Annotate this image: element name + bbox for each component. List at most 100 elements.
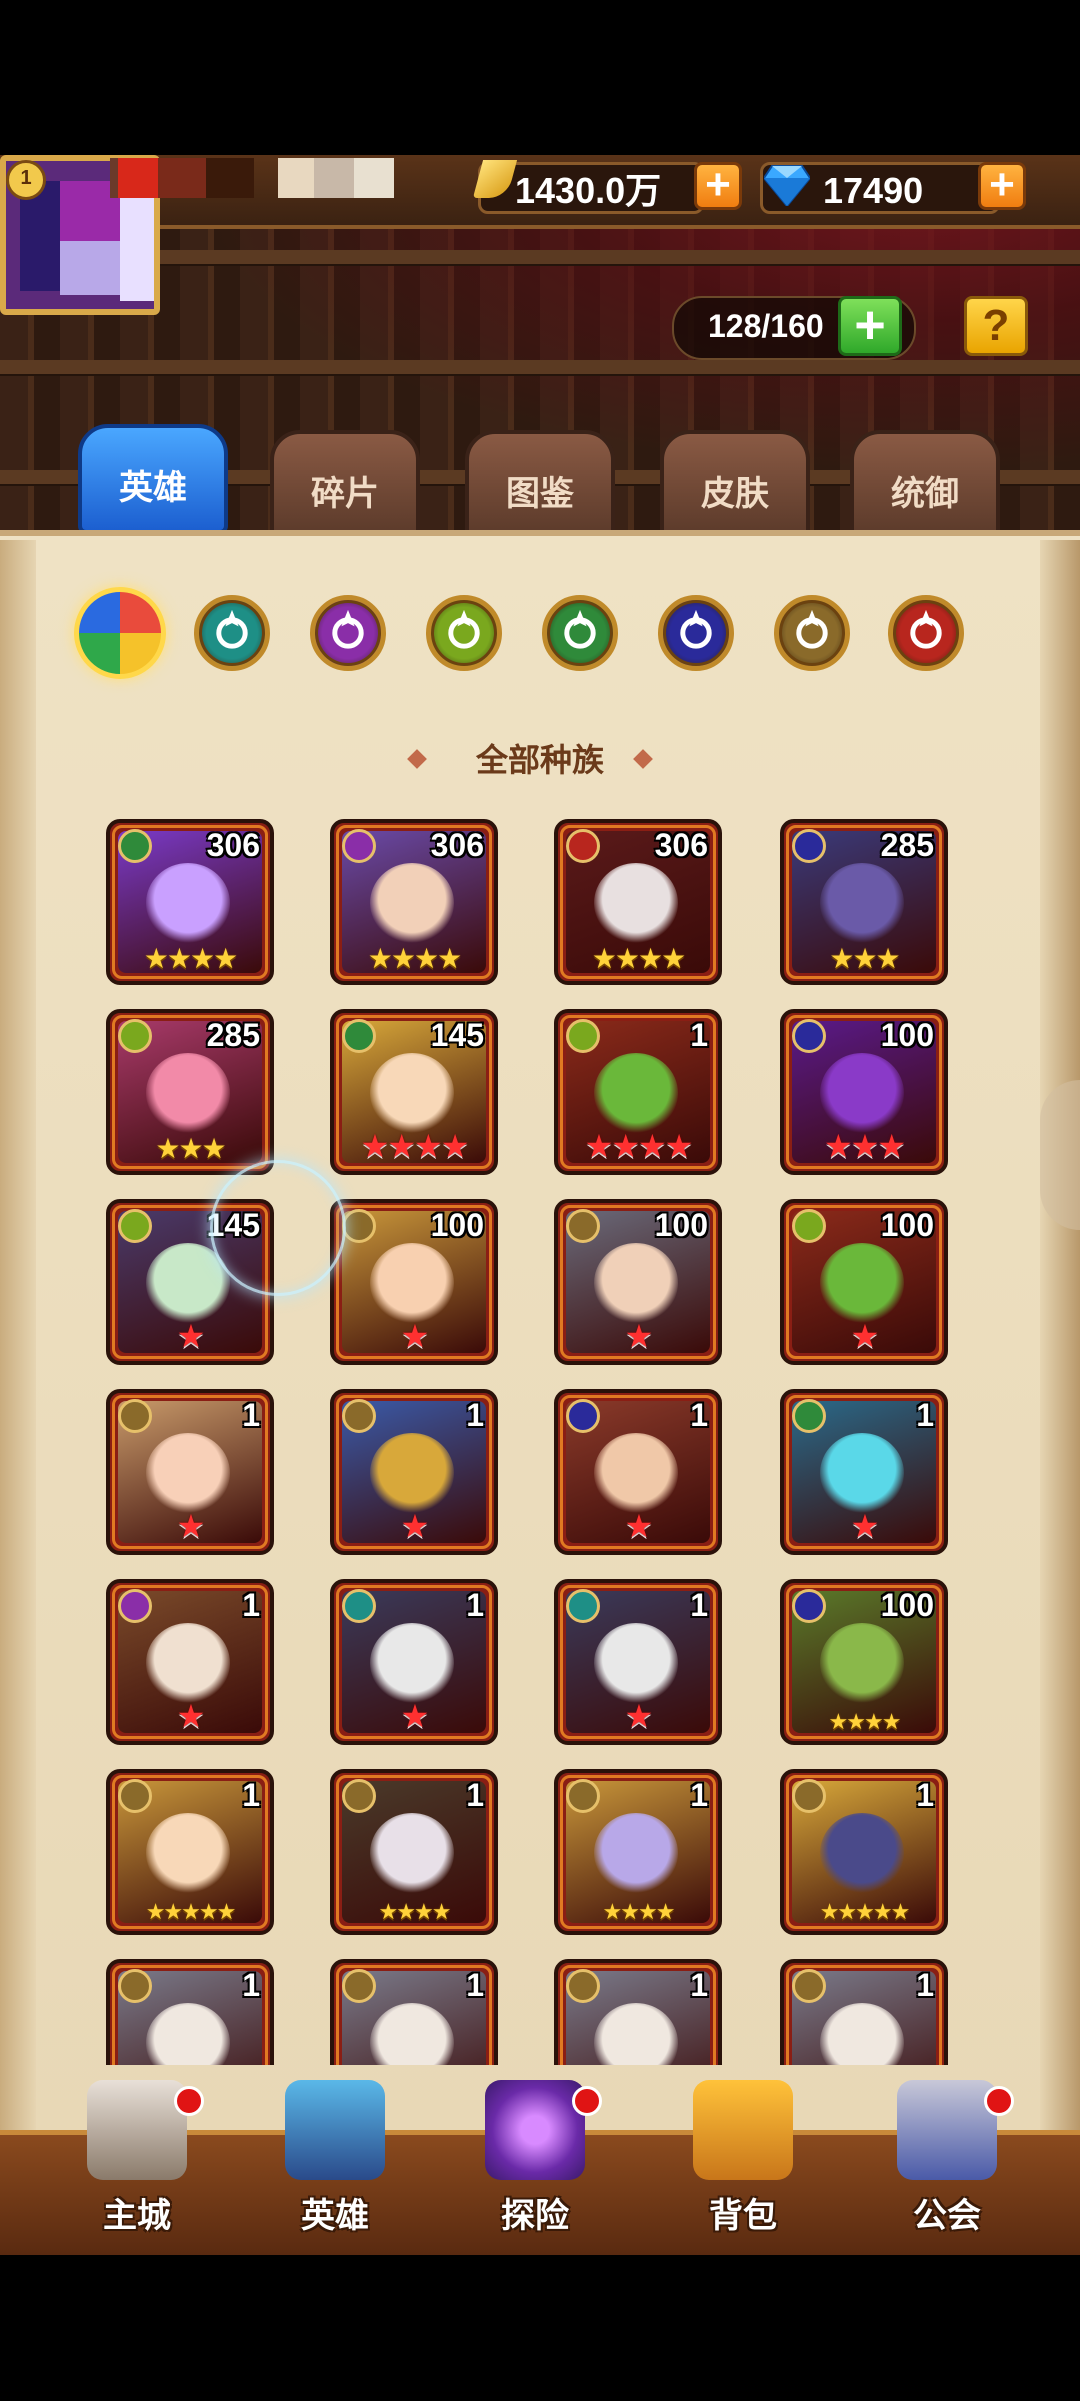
hero-card[interactable]: 1 ★★★★★: [780, 1769, 948, 1935]
faction-green-eye-filter[interactable]: [426, 595, 502, 671]
hero-card[interactable]: 1: [330, 1959, 498, 2065]
tab-label: 统御: [891, 475, 959, 513]
hero-card[interactable]: 1 ★: [106, 1579, 274, 1745]
diamond-icon: [764, 165, 810, 206]
faction-emblem-icon: [118, 1969, 152, 2003]
notification-dot: [984, 2086, 1014, 2116]
help-button[interactable]: ?: [964, 296, 1028, 356]
hero-card[interactable]: 1: [780, 1959, 948, 2065]
faction-light-icon: [796, 609, 828, 649]
gold-amount: 1430.0万: [515, 170, 662, 211]
hero-card[interactable]: 100 ★: [554, 1199, 722, 1365]
hero-level: 1: [916, 1397, 934, 1433]
side-pull-handle[interactable]: [1040, 1080, 1080, 1230]
hero-card[interactable]: 1 ★: [330, 1579, 498, 1745]
hero-card[interactable]: 1 ★: [780, 1389, 948, 1555]
hero-card[interactable]: 1: [554, 1959, 722, 2065]
faction-emblem-icon: [118, 1589, 152, 1623]
nav-castle[interactable]: 主城: [62, 2070, 212, 2240]
hero-card[interactable]: 306 ★★★★: [106, 819, 274, 985]
faction-green-eye-icon: [448, 609, 480, 649]
hero-level: 100: [880, 1017, 934, 1053]
faction-teal-filter[interactable]: [194, 595, 270, 671]
faction-light-filter[interactable]: [774, 595, 850, 671]
all-factions-filter[interactable]: [74, 587, 166, 679]
hero-card[interactable]: 100 ★★★★: [780, 1579, 948, 1745]
hero-card[interactable]: 1 ★: [554, 1579, 722, 1745]
faction-forest-filter[interactable]: [542, 595, 618, 671]
tab-label: 英雄: [119, 469, 187, 507]
hero-card[interactable]: 1 ★: [106, 1389, 274, 1555]
castle-icon: [87, 2080, 187, 2180]
notification-dot: [174, 2086, 204, 2116]
hero-card[interactable]: 1 ★★★★: [554, 1769, 722, 1935]
expand-capacity-button[interactable]: +: [838, 296, 902, 356]
hero-card[interactable]: 100 ★: [330, 1199, 498, 1365]
faction-emblem-icon: [792, 1209, 826, 1243]
faction-purple-filter[interactable]: [310, 595, 386, 671]
hero-card[interactable]: 306 ★★★★: [554, 819, 722, 985]
hero-stars: ★: [176, 1508, 206, 1544]
faction-emblem-icon: [342, 1589, 376, 1623]
tab-collection[interactable]: 图鉴: [465, 430, 615, 540]
hero-level: 1: [466, 1587, 484, 1623]
hero-level: 1: [916, 1967, 934, 2003]
hero-stars: ★★★★★: [819, 1899, 911, 1924]
hero-level: 1: [916, 1777, 934, 1813]
hero-level: 1: [690, 1967, 708, 2003]
hero-card[interactable]: 1 ★: [554, 1389, 722, 1555]
hero-stars: ★★★: [823, 1128, 906, 1164]
faction-emblem-icon: [566, 1209, 600, 1243]
hero-card[interactable]: 285 ★★★: [780, 819, 948, 985]
hero-level: 1: [466, 1967, 484, 2003]
faction-emblem-icon: [566, 1779, 600, 1813]
faction-red-icon: [910, 609, 942, 649]
nav-portal[interactable]: 探险: [460, 2070, 610, 2240]
hero-level: 1: [242, 1587, 260, 1623]
faction-purple-icon: [332, 609, 364, 649]
hero-level: 285: [206, 1017, 260, 1053]
tab-heroes[interactable]: 英雄: [78, 424, 228, 534]
player-name-censored: [110, 158, 400, 198]
hero-card[interactable]: 1 ★★★★: [330, 1769, 498, 1935]
hero-card[interactable]: 1: [106, 1959, 274, 2065]
tab-command[interactable]: 统御: [850, 430, 1000, 540]
hero-stars: ★: [850, 1318, 880, 1354]
nav-label: 背包: [709, 2197, 777, 2235]
hero-stars: ★★★★: [378, 1899, 452, 1924]
faction-forest-icon: [564, 609, 596, 649]
hero-capacity-value: 128/160: [708, 308, 824, 344]
faction-emblem-icon: [342, 1399, 376, 1433]
hero-card[interactable]: 100 ★★★: [780, 1009, 948, 1175]
faction-red-filter[interactable]: [888, 595, 964, 671]
nav-guild-tower[interactable]: 公会: [872, 2070, 1022, 2240]
hero-card[interactable]: 306 ★★★★: [330, 819, 498, 985]
tab-skins[interactable]: 皮肤: [660, 430, 810, 540]
backpack-icon: [693, 2080, 793, 2180]
hero-level: 285: [880, 827, 934, 863]
faction-teal-icon: [216, 609, 248, 649]
hero-level: 100: [880, 1207, 934, 1243]
add-gold-button[interactable]: +: [694, 162, 742, 210]
hero-card[interactable]: 1 ★★★★: [554, 1009, 722, 1175]
nav-backpack[interactable]: 背包: [668, 2070, 818, 2240]
hero-card[interactable]: 100 ★: [780, 1199, 948, 1365]
tab-fragments[interactable]: 碎片: [270, 430, 420, 540]
hero-level: 306: [430, 827, 484, 863]
hero-card[interactable]: 1 ★: [330, 1389, 498, 1555]
hero-stars: ★: [400, 1318, 430, 1354]
hero-level: 100: [430, 1207, 484, 1243]
hero-card[interactable]: 1 ★★★★★: [106, 1769, 274, 1935]
hero-stars: ★★★: [155, 1133, 226, 1164]
hero-card[interactable]: 145 ★★★★: [330, 1009, 498, 1175]
nav-hero[interactable]: 英雄: [260, 2070, 410, 2240]
faction-shadow-filter[interactable]: [658, 595, 734, 671]
touch-indicator: [210, 1160, 346, 1296]
hero-stars: ★★★★: [360, 1128, 470, 1164]
add-gems-button[interactable]: +: [978, 162, 1026, 210]
faction-emblem-icon: [342, 1019, 376, 1053]
hero-stars: ★: [400, 1508, 430, 1544]
hero-card[interactable]: 285 ★★★: [106, 1009, 274, 1175]
hero-icon: [285, 2080, 385, 2180]
hero-level: 1: [690, 1017, 708, 1053]
